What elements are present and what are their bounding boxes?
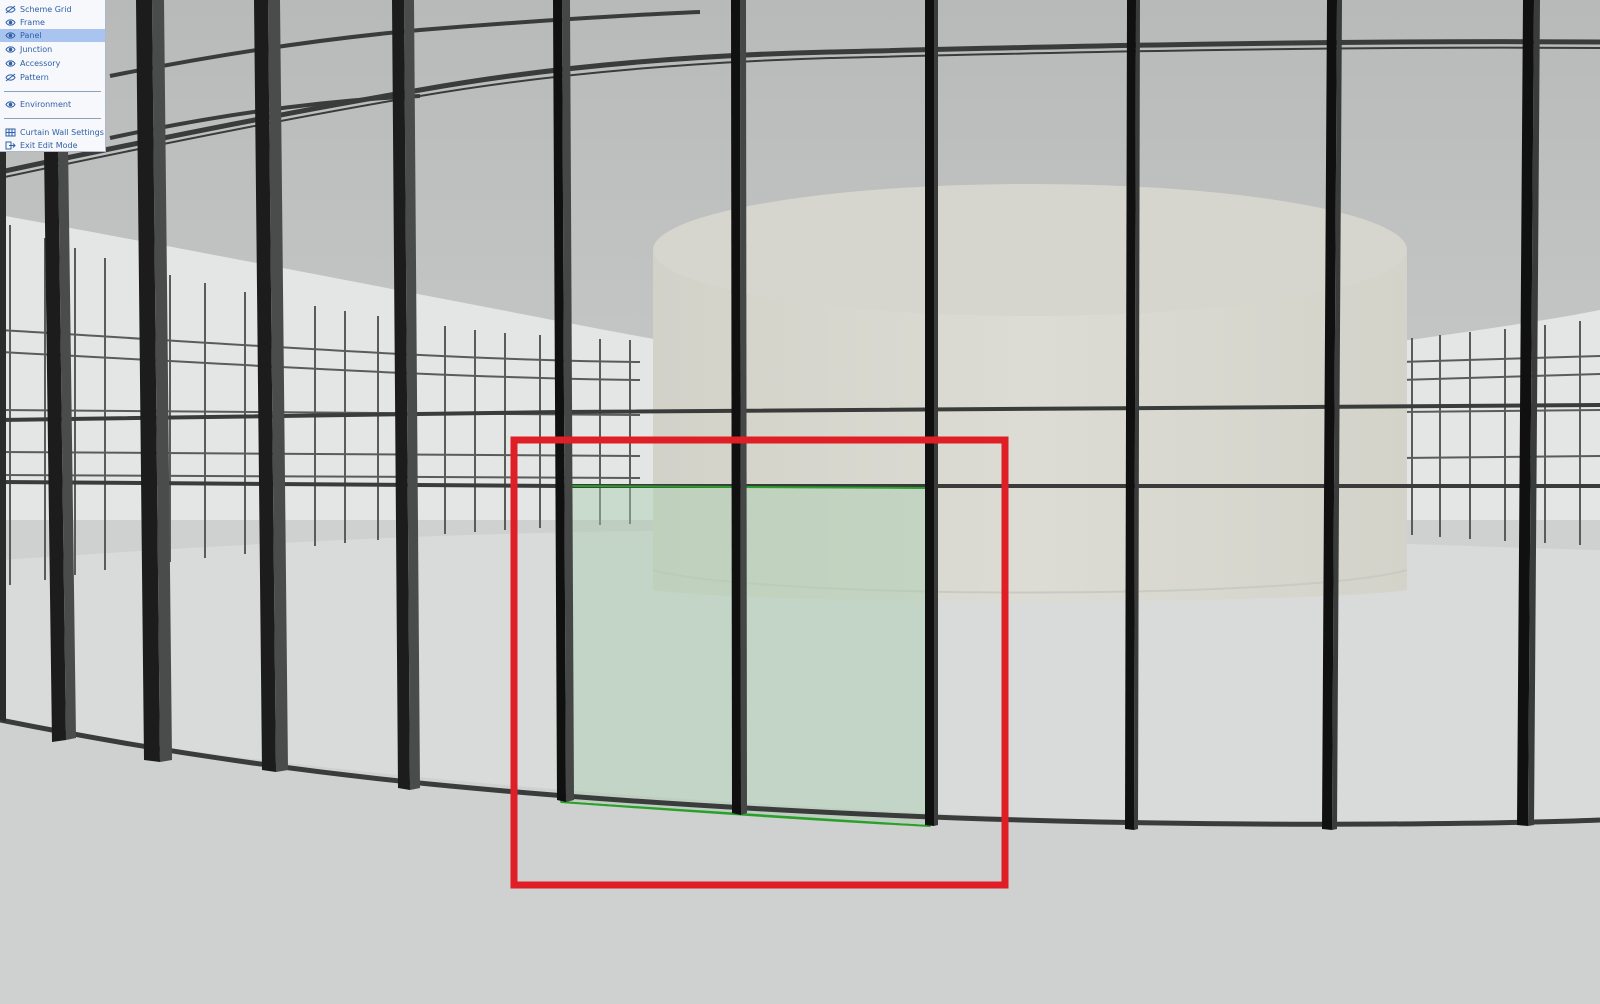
menu-item-label: Curtain Wall Settings [20,128,104,137]
exit-edit-mode-button[interactable]: Exit Edit Mode [0,139,105,152]
menu-item-label: Scheme Grid [20,5,72,14]
menu-item-environment[interactable]: Environment [0,98,105,111]
eye-icon [5,101,16,108]
3d-viewport[interactable] [0,0,1600,1004]
eye-icon [5,19,16,26]
menu-item-label: Junction [20,45,53,54]
eye-icon [5,60,16,67]
menu-item-scheme-grid[interactable]: Scheme Grid [0,3,105,16]
menu-separator [4,118,101,119]
exit-edit-mode-icon [5,141,16,150]
menu-item-frame[interactable]: Frame [0,16,105,29]
menu-item-pattern[interactable]: Pattern [0,71,105,84]
menu-item-label: Frame [20,18,45,27]
curtain-wall-display-menu: Scheme Grid Frame Panel Junction Accesso… [0,0,106,152]
menu-separator [4,91,101,92]
menu-item-accessory[interactable]: Accessory [0,57,105,70]
menu-item-label: Environment [20,100,72,109]
eye-icon [5,32,16,39]
menu-item-label: Exit Edit Mode [20,141,78,150]
menu-item-junction[interactable]: Junction [0,43,105,56]
menu-item-label: Accessory [20,59,61,68]
menu-item-label: Panel [20,31,42,40]
curtain-wall-settings-icon [5,128,16,137]
eye-icon [5,46,16,53]
menu-item-panel[interactable]: Panel [0,29,105,42]
menu-item-label: Pattern [20,73,49,82]
scheme-grid-hidden-icon [5,5,16,14]
pattern-hidden-icon [5,73,16,82]
curtain-wall-settings-button[interactable]: Curtain Wall Settings [0,126,105,139]
